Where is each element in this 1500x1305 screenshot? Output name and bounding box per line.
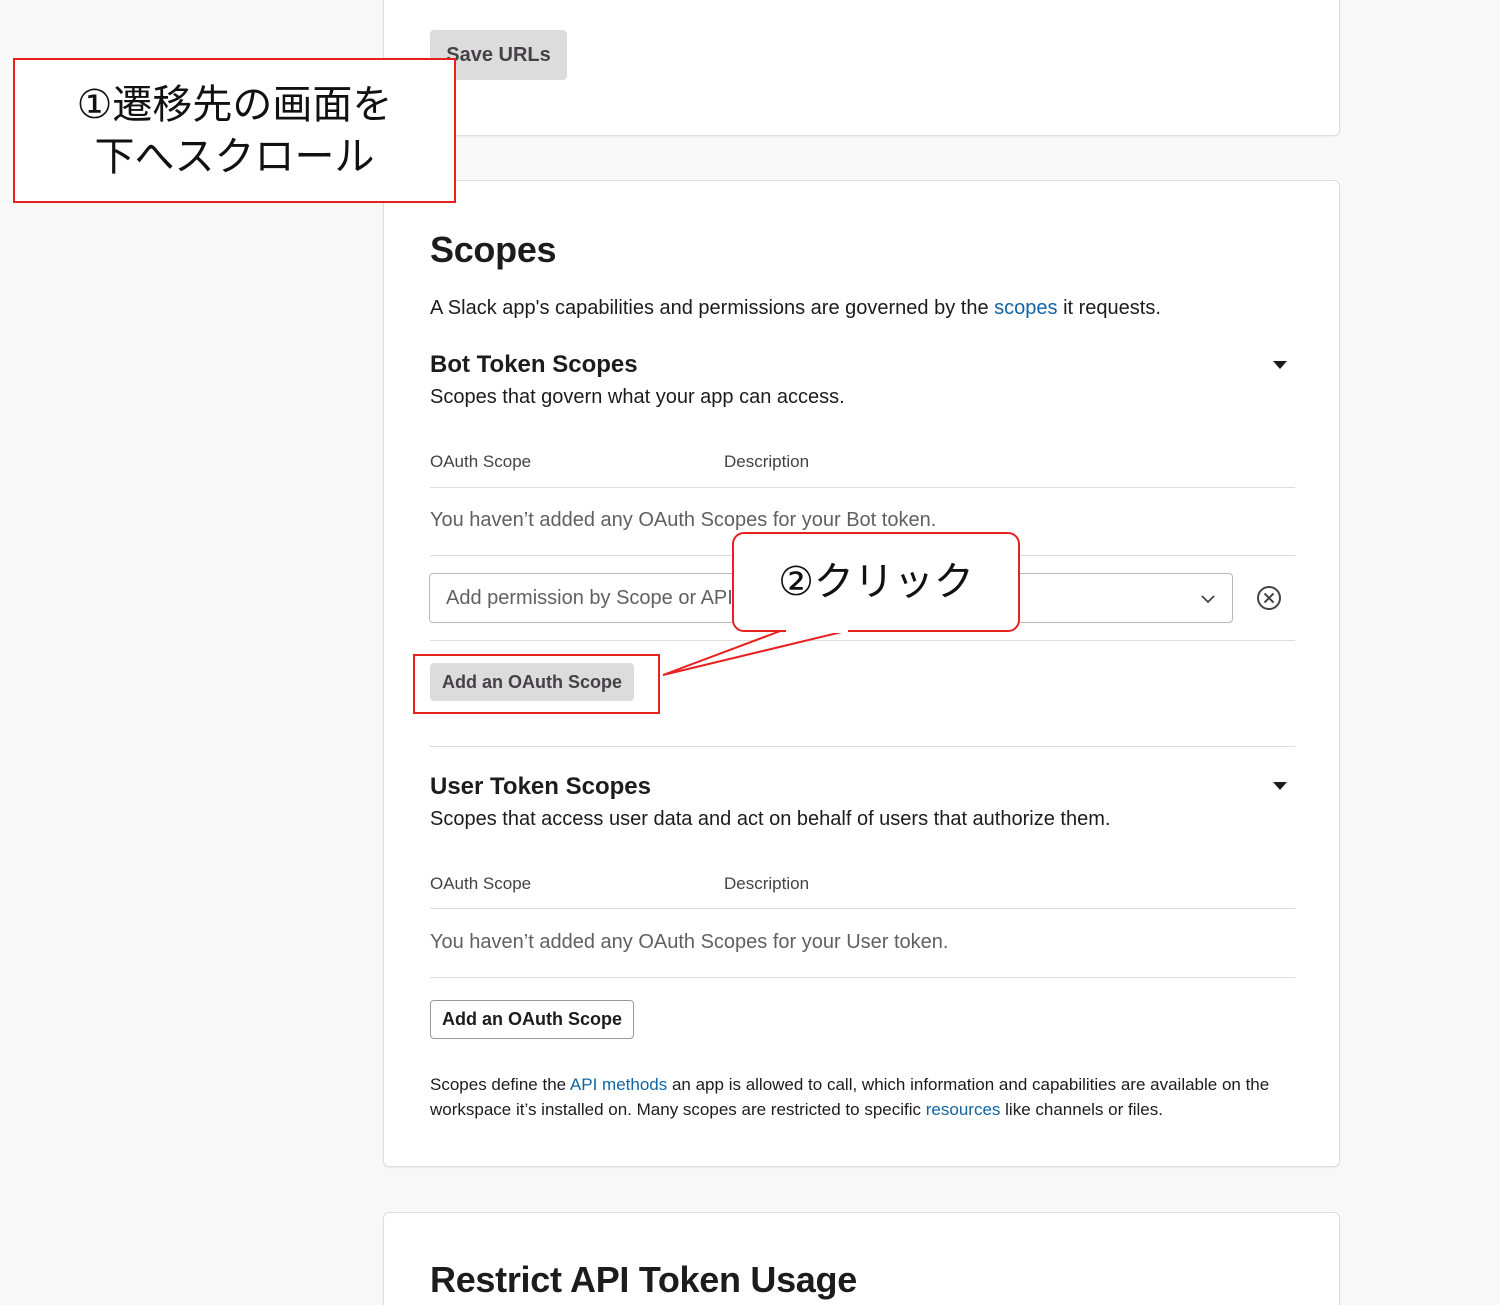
annotation-step2-text: ②クリック (778, 559, 974, 605)
annotation-callout-tail (662, 629, 851, 676)
callout-tail-join (786, 629, 848, 633)
annotation-step2: ②クリック (732, 532, 1020, 632)
highlight-add-scope-frame (413, 654, 660, 714)
